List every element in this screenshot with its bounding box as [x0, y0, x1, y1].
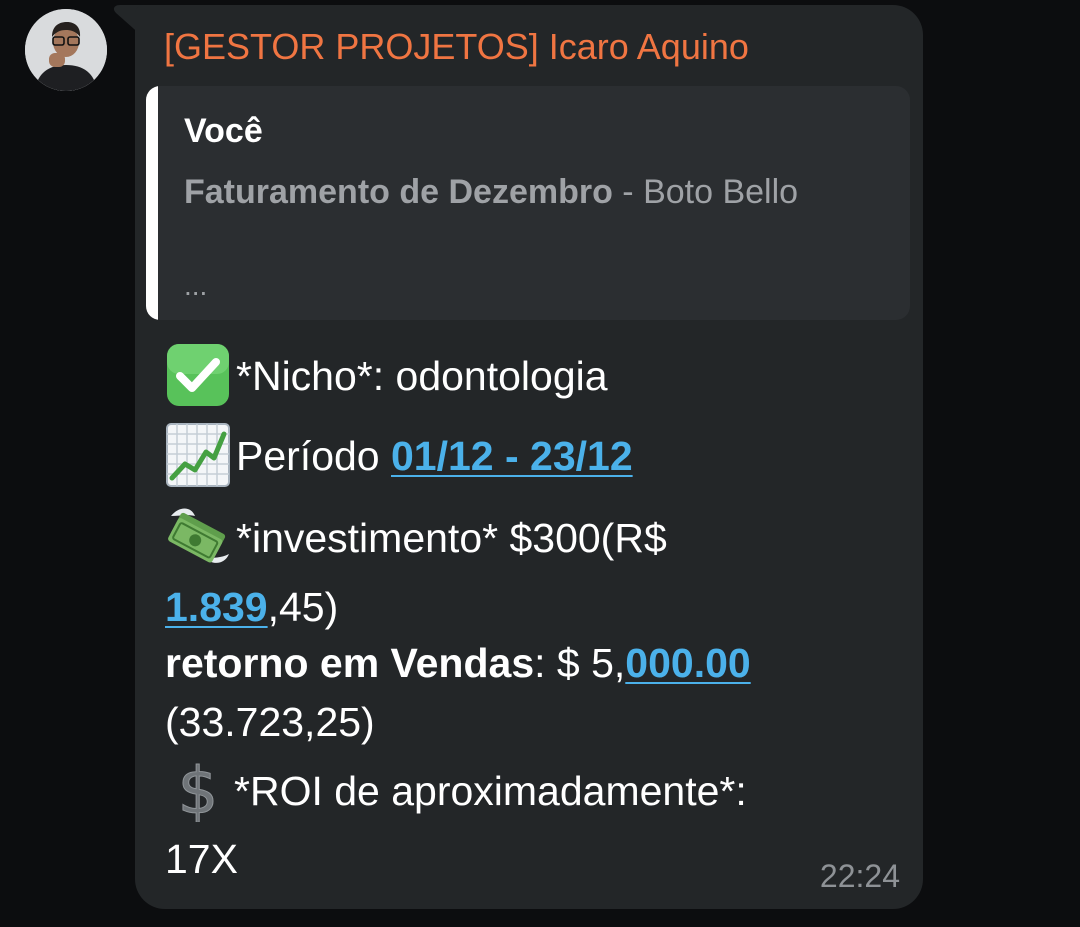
sender-avatar[interactable] [25, 9, 107, 91]
reply-quote[interactable]: Você Faturamento de Dezembro - Boto Bell… [146, 86, 910, 320]
money-with-wings-icon [168, 508, 229, 563]
quote-rest: Boto Bello [643, 173, 799, 211]
quote-text: Faturamento de Dezembro - Boto Bello [184, 167, 834, 217]
line-roi: *ROI de aproximadamente*: [234, 768, 747, 814]
retorno-label: retorno em Vendas [165, 640, 535, 686]
retorno-prefix: : $ 5, [534, 640, 626, 686]
line-roi-value: 17X [165, 836, 238, 882]
line-investimento: *investimento* $300(R$ [236, 515, 667, 561]
chart-increasing-icon [166, 423, 230, 487]
quote-accent-bar [146, 86, 158, 320]
line-nicho: *Nicho*: odontologia [236, 353, 608, 399]
sender-name[interactable]: [GESTOR PROJETOS] Icaro Aquino [164, 26, 749, 68]
periodo-label: Período [236, 433, 391, 479]
line-retorno-brl: (33.723,25) [165, 699, 375, 745]
quote-separator: - [612, 173, 644, 211]
investimento-rest: ,45) [267, 584, 339, 630]
message-time: 22:24 [819, 858, 900, 894]
line-investimento-value: 1.839,45) [165, 582, 338, 632]
avatar-photo-icon [25, 9, 107, 91]
svg-text:$: $ [178, 756, 219, 822]
quote-ellipsis: ... [184, 270, 208, 301]
retorno-link[interactable]: 000.00 [625, 640, 750, 686]
investimento-link[interactable]: 1.839 [165, 584, 268, 630]
line-retorno: retorno em Vendas: $ 5,000.00 [165, 638, 751, 688]
check-mark-button-icon [167, 344, 229, 406]
quote-title: Faturamento de Dezembro [184, 173, 613, 211]
quote-author: Você [184, 112, 263, 150]
line-periodo: Período 01/12 - 23/12 [236, 431, 633, 481]
heavy-dollar-sign-icon: $ [177, 756, 219, 822]
periodo-link[interactable]: 01/12 - 23/12 [391, 433, 633, 479]
